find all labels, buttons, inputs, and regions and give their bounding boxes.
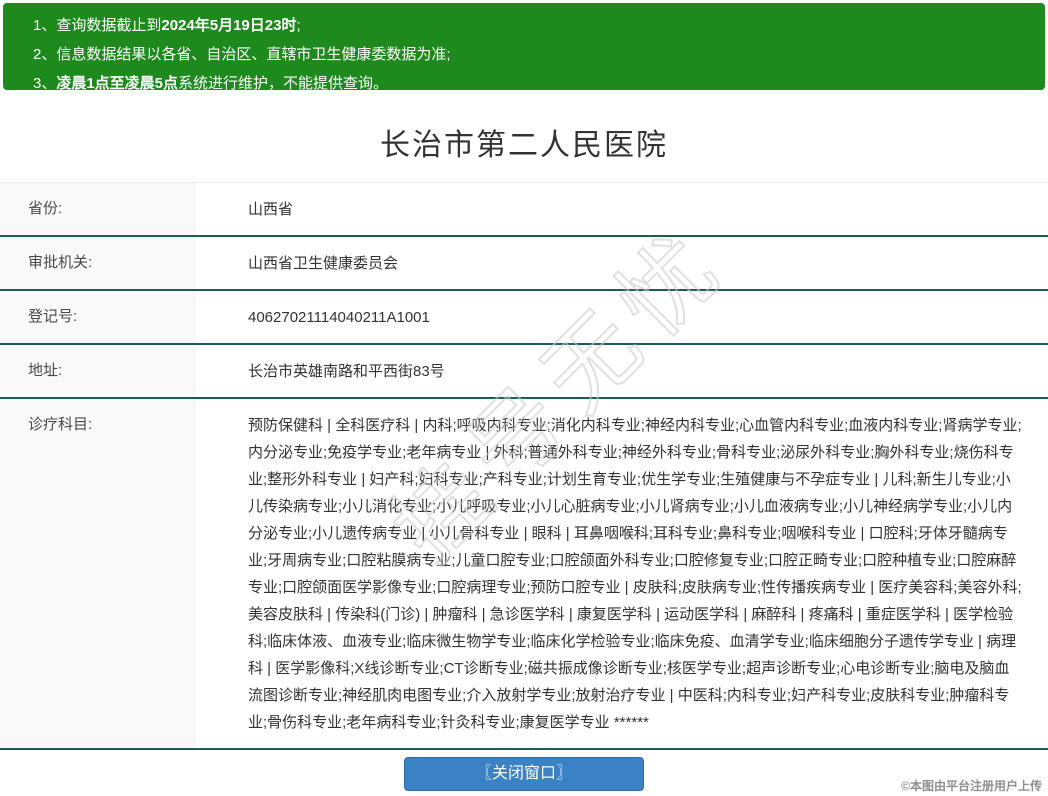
table-row-approval-authority: 审批机关: 山西省卫生健康委员会	[0, 237, 1048, 291]
notice-item-number: 1、	[33, 17, 57, 34]
row-label: 登记号:	[0, 291, 195, 343]
row-value: 预防保健科 | 全科医疗科 | 内科;呼吸内科专业;消化内科专业;神经内科专业;…	[195, 399, 1048, 748]
notice-item-text: ;	[296, 17, 301, 34]
notice-item-bold-text: 凌晨1点至凌晨5点	[56, 75, 179, 92]
notice-item-text: 信息数据结果以各省、自治区、直辖市卫生健康委数据为准;	[56, 46, 451, 63]
row-label: 审批机关:	[0, 237, 195, 289]
notice-item-text: 查询数据截止到	[56, 17, 162, 34]
table-row-departments: 诊疗科目: 预防保健科 | 全科医疗科 | 内科;呼吸内科专业;消化内科专业;神…	[0, 399, 1048, 750]
table-row-province: 省份: 山西省	[0, 183, 1048, 237]
row-value: 40627021114040211A1001	[195, 291, 1048, 343]
notice-item-number: 3、	[33, 75, 57, 92]
notice-banner: 1、查询数据截止到2024年5月19日23时; 2、信息数据结果以各省、自治区、…	[3, 3, 1045, 92]
row-value: 山西省	[195, 183, 1048, 235]
hospital-info-table: 省份: 山西省 审批机关: 山西省卫生健康委员会 登记号: 4062702111…	[0, 182, 1048, 750]
notice-item-3: 3、凌晨1点至凌晨5点系统进行维护，不能提供查询。	[33, 69, 1035, 98]
notice-item-2: 2、信息数据结果以各省、自治区、直辖市卫生健康委数据为准;	[33, 40, 1035, 69]
row-value: 长治市英雄南路和平西街83号	[195, 345, 1048, 397]
row-value: 山西省卫生健康委员会	[195, 237, 1048, 289]
notice-item-bold-text: 2024年5月19日23时	[161, 17, 297, 34]
row-label: 地址:	[0, 345, 195, 397]
close-window-button[interactable]: 〖关闭窗口〗	[404, 757, 644, 791]
upload-credit-note: ©本图由平台注册用户上传	[901, 779, 1042, 793]
table-row-address: 地址: 长治市英雄南路和平西街83号	[0, 345, 1048, 399]
table-row-registration-number: 登记号: 40627021114040211A1001	[0, 291, 1048, 345]
row-label: 省份:	[0, 183, 195, 235]
notice-item-number: 2、	[33, 46, 57, 63]
notice-item-1: 1、查询数据截止到2024年5月19日23时;	[33, 11, 1035, 40]
page-title: 长治市第二人民医院	[380, 129, 668, 162]
notice-item-text: 系统进行维护，不能提供查询。	[178, 75, 389, 92]
row-label: 诊疗科目:	[0, 399, 195, 748]
